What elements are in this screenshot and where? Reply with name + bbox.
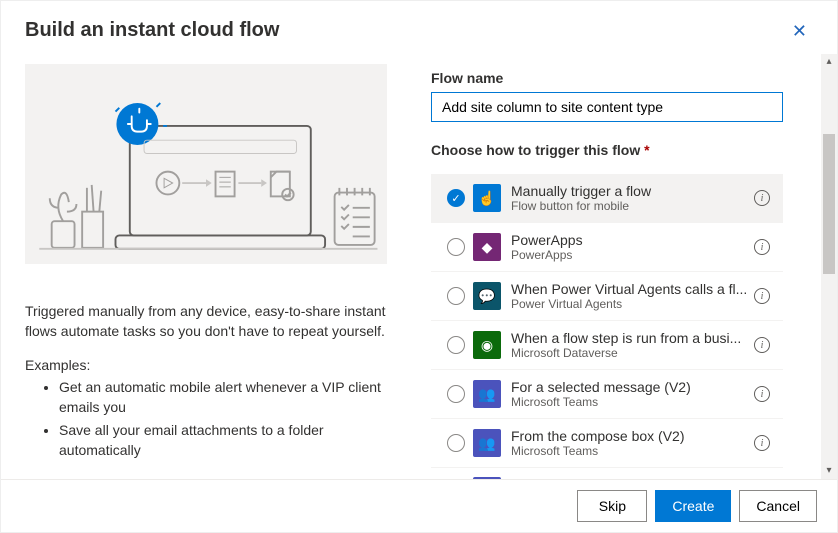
- scrollbar[interactable]: ▴ ▾: [821, 54, 837, 479]
- example-item: Save all your email attachments to a fol…: [59, 420, 387, 461]
- examples-list: Get an automatic mobile alert whenever a…: [25, 377, 387, 462]
- trigger-title: When a flow step is run from a busi...: [511, 330, 749, 346]
- scroll-thumb[interactable]: [823, 134, 835, 274]
- trigger-title: Manually trigger a flow: [511, 183, 749, 199]
- flow-name-label: Flow name: [431, 70, 829, 86]
- trigger-checkbox[interactable]: ✓: [439, 189, 473, 207]
- trigger-subtitle: Power Virtual Agents: [511, 297, 749, 311]
- example-item: Get an automatic mobile alert whenever a…: [59, 377, 387, 418]
- info-icon[interactable]: i: [754, 239, 770, 255]
- trigger-row[interactable]: ◆ PowerAppsPowerApps i: [431, 223, 783, 272]
- trigger-checkbox[interactable]: [439, 287, 473, 305]
- trigger-subtitle: Microsoft Dataverse: [511, 346, 749, 360]
- description-text: Triggered manually from any device, easy…: [25, 302, 387, 341]
- info-icon[interactable]: i: [754, 386, 770, 402]
- trigger-checkbox[interactable]: [439, 385, 473, 403]
- teams-icon: 👥: [473, 429, 501, 457]
- create-button[interactable]: Create: [655, 490, 731, 522]
- teams-icon: 👥: [473, 477, 501, 479]
- examples-heading: Examples:: [25, 357, 387, 373]
- trigger-title: PowerApps: [511, 232, 749, 248]
- trigger-subtitle: Microsoft Teams: [511, 395, 749, 409]
- trigger-row[interactable]: ◉ When a flow step is run from a busi...M…: [431, 321, 783, 370]
- trigger-checkbox[interactable]: [439, 336, 473, 354]
- trigger-subtitle: Flow button for mobile: [511, 199, 749, 213]
- trigger-row[interactable]: 👥When someone responds to an ada...i: [431, 468, 783, 479]
- trigger-subtitle: PowerApps: [511, 248, 749, 262]
- teams-icon: 👥: [473, 380, 501, 408]
- powerapps-icon: ◆: [473, 233, 501, 261]
- cancel-button[interactable]: Cancel: [739, 490, 817, 522]
- trigger-title: From the compose box (V2): [511, 428, 749, 444]
- trigger-checkbox[interactable]: [439, 238, 473, 256]
- trigger-row[interactable]: 💬 When Power Virtual Agents calls a fl...…: [431, 272, 783, 321]
- trigger-row[interactable]: ✓☝ Manually trigger a flowFlow button for…: [431, 174, 783, 223]
- info-icon[interactable]: i: [754, 288, 770, 304]
- trigger-row[interactable]: 👥 From the compose box (V2)Microsoft Team…: [431, 419, 783, 468]
- info-icon[interactable]: i: [754, 190, 770, 206]
- dataverse-icon: ◉: [473, 331, 501, 359]
- trigger-title: For a selected message (V2): [511, 379, 749, 395]
- trigger-list: ✓☝ Manually trigger a flowFlow button for…: [431, 174, 829, 479]
- trigger-title: When Power Virtual Agents calls a fl...: [511, 281, 749, 297]
- flow-name-input[interactable]: [431, 92, 783, 122]
- scroll-down-icon[interactable]: ▾: [821, 463, 837, 479]
- scroll-up-icon[interactable]: ▴: [821, 54, 837, 70]
- skip-button[interactable]: Skip: [577, 490, 647, 522]
- dialog-title: Build an instant cloud flow: [25, 19, 279, 42]
- pva-icon: 💬: [473, 282, 501, 310]
- trigger-subtitle: Microsoft Teams: [511, 444, 749, 458]
- illustration: [25, 64, 387, 264]
- trigger-checkbox[interactable]: [439, 434, 473, 452]
- close-button[interactable]: ✕: [786, 19, 813, 44]
- info-icon[interactable]: i: [754, 435, 770, 451]
- trigger-label: Choose how to trigger this flow *: [431, 142, 829, 158]
- touch-icon: ☝: [473, 184, 501, 212]
- trigger-row[interactable]: 👥 For a selected message (V2)Microsoft Te…: [431, 370, 783, 419]
- info-icon[interactable]: i: [754, 337, 770, 353]
